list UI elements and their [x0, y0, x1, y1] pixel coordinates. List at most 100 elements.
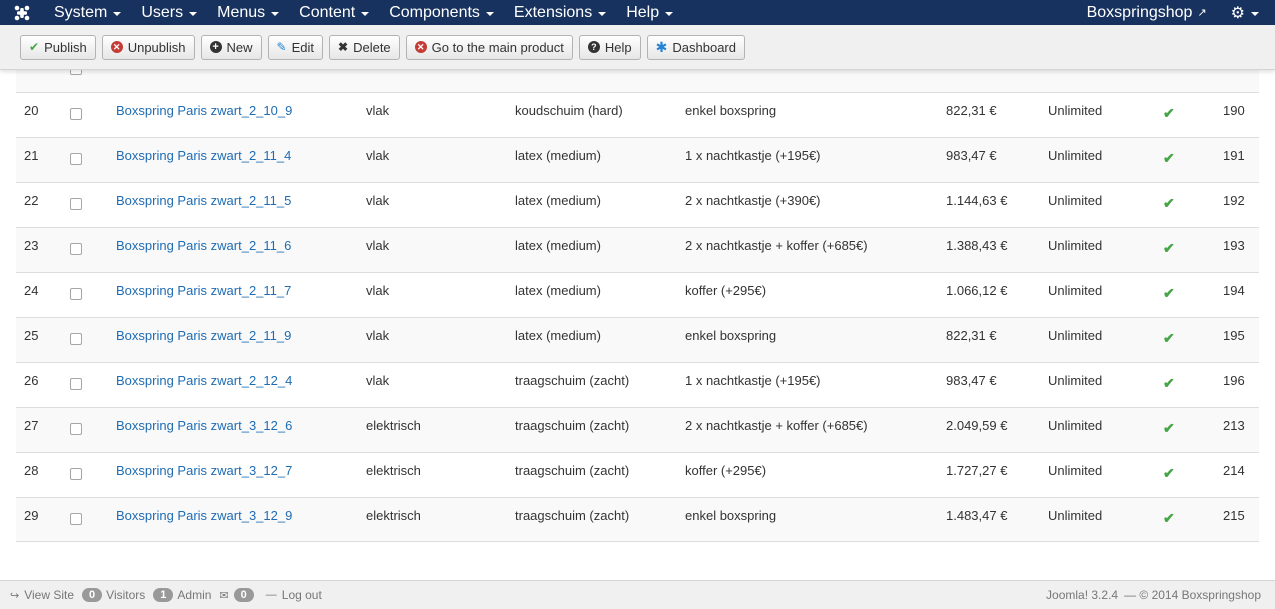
published-check-icon[interactable]: ✔	[1163, 195, 1175, 212]
user-settings-menu[interactable]: ⚙	[1221, 3, 1275, 23]
published-check-icon[interactable]: ✔	[1163, 105, 1175, 122]
row-stock: Unlimited	[1048, 418, 1103, 433]
table-row: 25 Boxspring Paris zwart_2_11_9 vlak lat…	[16, 317, 1259, 362]
check-icon: ✔	[29, 40, 40, 54]
row-checkbox[interactable]	[70, 153, 82, 165]
toolbar: ✔ Publish ✕ Unpublish + New ✎ Edit ✖ Delete ✕…	[0, 25, 1275, 70]
caret-down-icon	[361, 11, 370, 16]
caret-down-icon	[1251, 11, 1259, 16]
table-row: 27 Boxspring Paris zwart_3_12_6 elektris…	[16, 407, 1259, 452]
menu-menus[interactable]: Menus	[207, 0, 289, 25]
row-stock: Unlimited	[1048, 103, 1103, 118]
row-id: 196	[1223, 373, 1245, 388]
gear-icon: ⚙	[1230, 4, 1245, 22]
row-field-3: enkel boxspring	[685, 328, 777, 343]
published-check-icon[interactable]: ✔	[1163, 240, 1175, 257]
row-stock: Unlimited	[1048, 238, 1103, 253]
published-check-icon[interactable]: ✔	[1163, 465, 1175, 482]
product-name-link[interactable]: Boxspring Paris zwart_2_10_9	[116, 103, 292, 118]
messages-link[interactable]: ✉ 0	[219, 588, 257, 602]
row-checkbox[interactable]	[70, 333, 82, 345]
menu-components[interactable]: Components	[379, 0, 504, 25]
caret-down-icon	[189, 11, 198, 16]
published-check-icon[interactable]: ✔	[1163, 510, 1175, 527]
published-check-icon[interactable]: ✔	[1163, 150, 1175, 167]
product-name-link[interactable]: Boxspring Paris zwart_3_12_6	[116, 418, 292, 433]
row-id: 195	[1223, 328, 1245, 343]
row-field-1: vlak	[366, 283, 390, 298]
row-price: 1.388,43 €	[946, 238, 1008, 253]
row-field-3: 2 x nachtkastje + koffer (+685€)	[685, 418, 868, 433]
external-link-icon: ↗	[1197, 7, 1207, 19]
edit-label: Edit	[291, 39, 315, 55]
published-check-icon[interactable]: ✔	[1163, 375, 1175, 392]
row-field-2: traagschuim (zacht)	[515, 463, 630, 478]
published-check-icon[interactable]: ✔	[1163, 420, 1175, 437]
dashboard-button[interactable]: ✱ Dashboard	[646, 34, 745, 60]
row-number: 28	[24, 463, 39, 478]
row-price: 1.483,47 €	[946, 508, 1008, 523]
joomla-logo-icon[interactable]	[0, 0, 44, 25]
row-checkbox[interactable]	[70, 288, 82, 300]
menu-system[interactable]: System	[44, 0, 131, 25]
published-check-icon[interactable]: ✔	[1163, 285, 1175, 302]
menu-users-label: Users	[141, 3, 184, 21]
row-field-3: 1 x nachtkastje (+195€)	[685, 148, 821, 163]
row-number: 20	[24, 103, 39, 118]
product-name-link[interactable]: Boxspring Paris zwart_2_11_7	[116, 283, 291, 298]
row-field-1: vlak	[366, 193, 390, 208]
main-product-button[interactable]: ✕ Go to the main product	[405, 34, 573, 60]
row-stock: Unlimited	[1048, 193, 1103, 208]
row-checkbox[interactable]	[70, 423, 82, 435]
table-row: 26 Boxspring Paris zwart_2_12_4 vlak tra…	[16, 362, 1259, 407]
table-row-partial	[16, 70, 1259, 92]
row-price: 1.066,12 €	[946, 283, 1008, 298]
menu-content[interactable]: Content	[289, 0, 379, 25]
row-checkbox[interactable]	[70, 378, 82, 390]
publish-label: Publish	[44, 39, 87, 55]
menu-help[interactable]: Help	[616, 0, 683, 25]
site-name: Boxspringshop	[1086, 3, 1193, 21]
row-checkbox[interactable]	[70, 70, 82, 75]
product-name-link[interactable]: Boxspring Paris zwart_2_12_4	[116, 373, 292, 388]
view-site-link[interactable]: ↪ View Site	[10, 588, 74, 602]
row-field-3: 1 x nachtkastje (+195€)	[685, 373, 821, 388]
row-price: 1.144,63 €	[946, 193, 1008, 208]
row-checkbox[interactable]	[70, 513, 82, 525]
edit-button[interactable]: ✎ Edit	[267, 34, 324, 60]
row-checkbox[interactable]	[70, 108, 82, 120]
menu-help-label: Help	[626, 3, 660, 21]
product-name-link[interactable]: Boxspring Paris zwart_2_11_6	[116, 238, 291, 253]
published-check-icon[interactable]: ✔	[1163, 330, 1175, 347]
row-checkbox[interactable]	[70, 243, 82, 255]
product-name-link[interactable]: Boxspring Paris zwart_3_12_9	[116, 508, 292, 523]
row-number: 21	[24, 148, 39, 163]
menu-extensions[interactable]: Extensions	[504, 0, 616, 25]
row-price: 1.727,27 €	[946, 463, 1008, 478]
table-row: 29 Boxspring Paris zwart_3_12_9 elektris…	[16, 497, 1259, 542]
row-field-3: 2 x nachtkastje + koffer (+685€)	[685, 238, 868, 253]
unpublish-label: Unpublish	[127, 39, 186, 55]
logout-link[interactable]: — Log out	[266, 588, 322, 602]
row-id: 192	[1223, 193, 1245, 208]
site-name-link[interactable]: Boxspringshop ↗	[1073, 4, 1221, 22]
help-button[interactable]: ? Help	[578, 34, 641, 60]
new-button[interactable]: + New	[200, 34, 262, 60]
product-name-link[interactable]: Boxspring Paris zwart_3_12_7	[116, 463, 292, 478]
row-field-1: vlak	[366, 373, 390, 388]
row-field-1: elektrisch	[366, 508, 421, 523]
unpublish-button[interactable]: ✕ Unpublish	[101, 34, 195, 60]
menu-users[interactable]: Users	[131, 0, 207, 25]
delete-button[interactable]: ✖ Delete	[329, 34, 400, 60]
product-name-link[interactable]: Boxspring Paris zwart_2_11_4	[116, 148, 291, 163]
product-name-link[interactable]: Boxspring Paris zwart_2_11_5	[116, 193, 291, 208]
row-stock: Unlimited	[1048, 283, 1103, 298]
publish-button[interactable]: ✔ Publish	[20, 34, 96, 60]
row-id: 191	[1223, 148, 1245, 163]
row-checkbox[interactable]	[70, 468, 82, 480]
caret-down-icon	[665, 11, 674, 16]
row-checkbox[interactable]	[70, 198, 82, 210]
row-id: 215	[1223, 508, 1245, 523]
product-name-link[interactable]: Boxspring Paris zwart_2_11_9	[116, 328, 291, 343]
row-number: 27	[24, 418, 39, 433]
